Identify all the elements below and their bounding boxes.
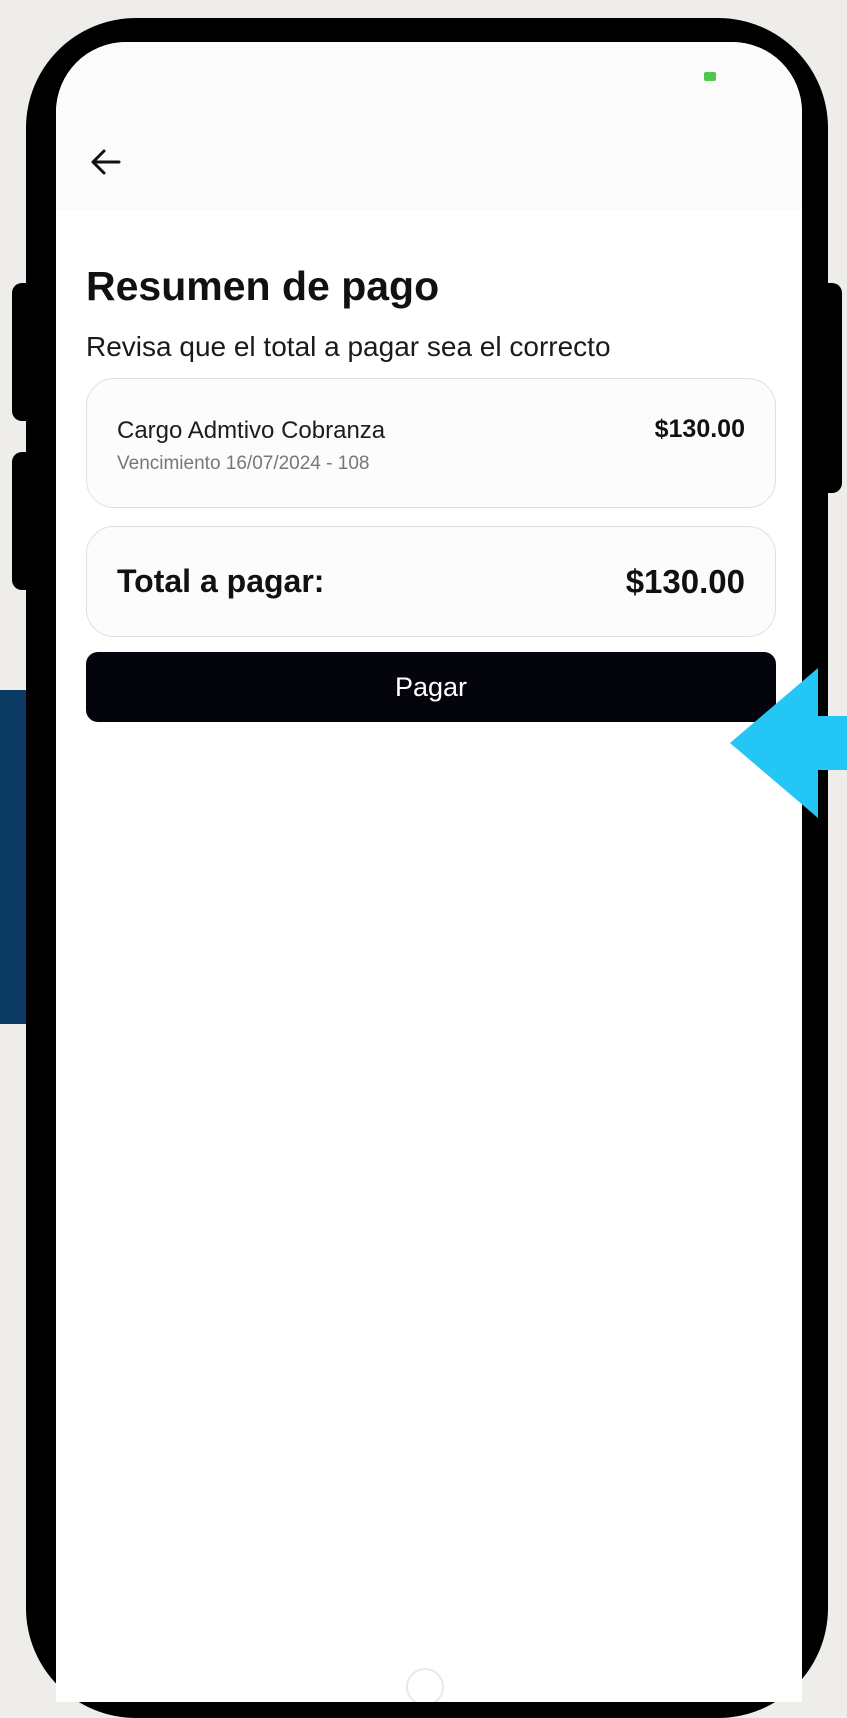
charge-item-name: Cargo Admtivo Cobranza [117, 417, 386, 444]
total-card: Total a pagar: $130.00 [86, 526, 776, 637]
pointer-arrow-icon [730, 668, 847, 818]
total-label: Total a pagar: [117, 563, 325, 599]
home-nav-icon[interactable] [406, 1668, 444, 1702]
back-button[interactable] [86, 142, 126, 182]
charge-item-card: Cargo Admtivo Cobranza Vencimiento 16/07… [86, 378, 776, 508]
arrow-left-icon [91, 149, 121, 175]
charge-item-due-date: Vencimiento 16/07/2024 - 108 [117, 453, 370, 474]
battery-icon [704, 72, 716, 81]
total-amount: $130.00 [625, 563, 745, 600]
charge-item-amount: $130.00 [654, 415, 745, 443]
phone-screen: Resumen de pago Revisa que el total a pa… [56, 42, 802, 1702]
app-header [56, 42, 802, 210]
pay-button[interactable]: Pagar [86, 652, 776, 722]
page-subtitle: Revisa que el total a pagar sea el corre… [86, 331, 611, 362]
page-title: Resumen de pago [86, 263, 440, 309]
